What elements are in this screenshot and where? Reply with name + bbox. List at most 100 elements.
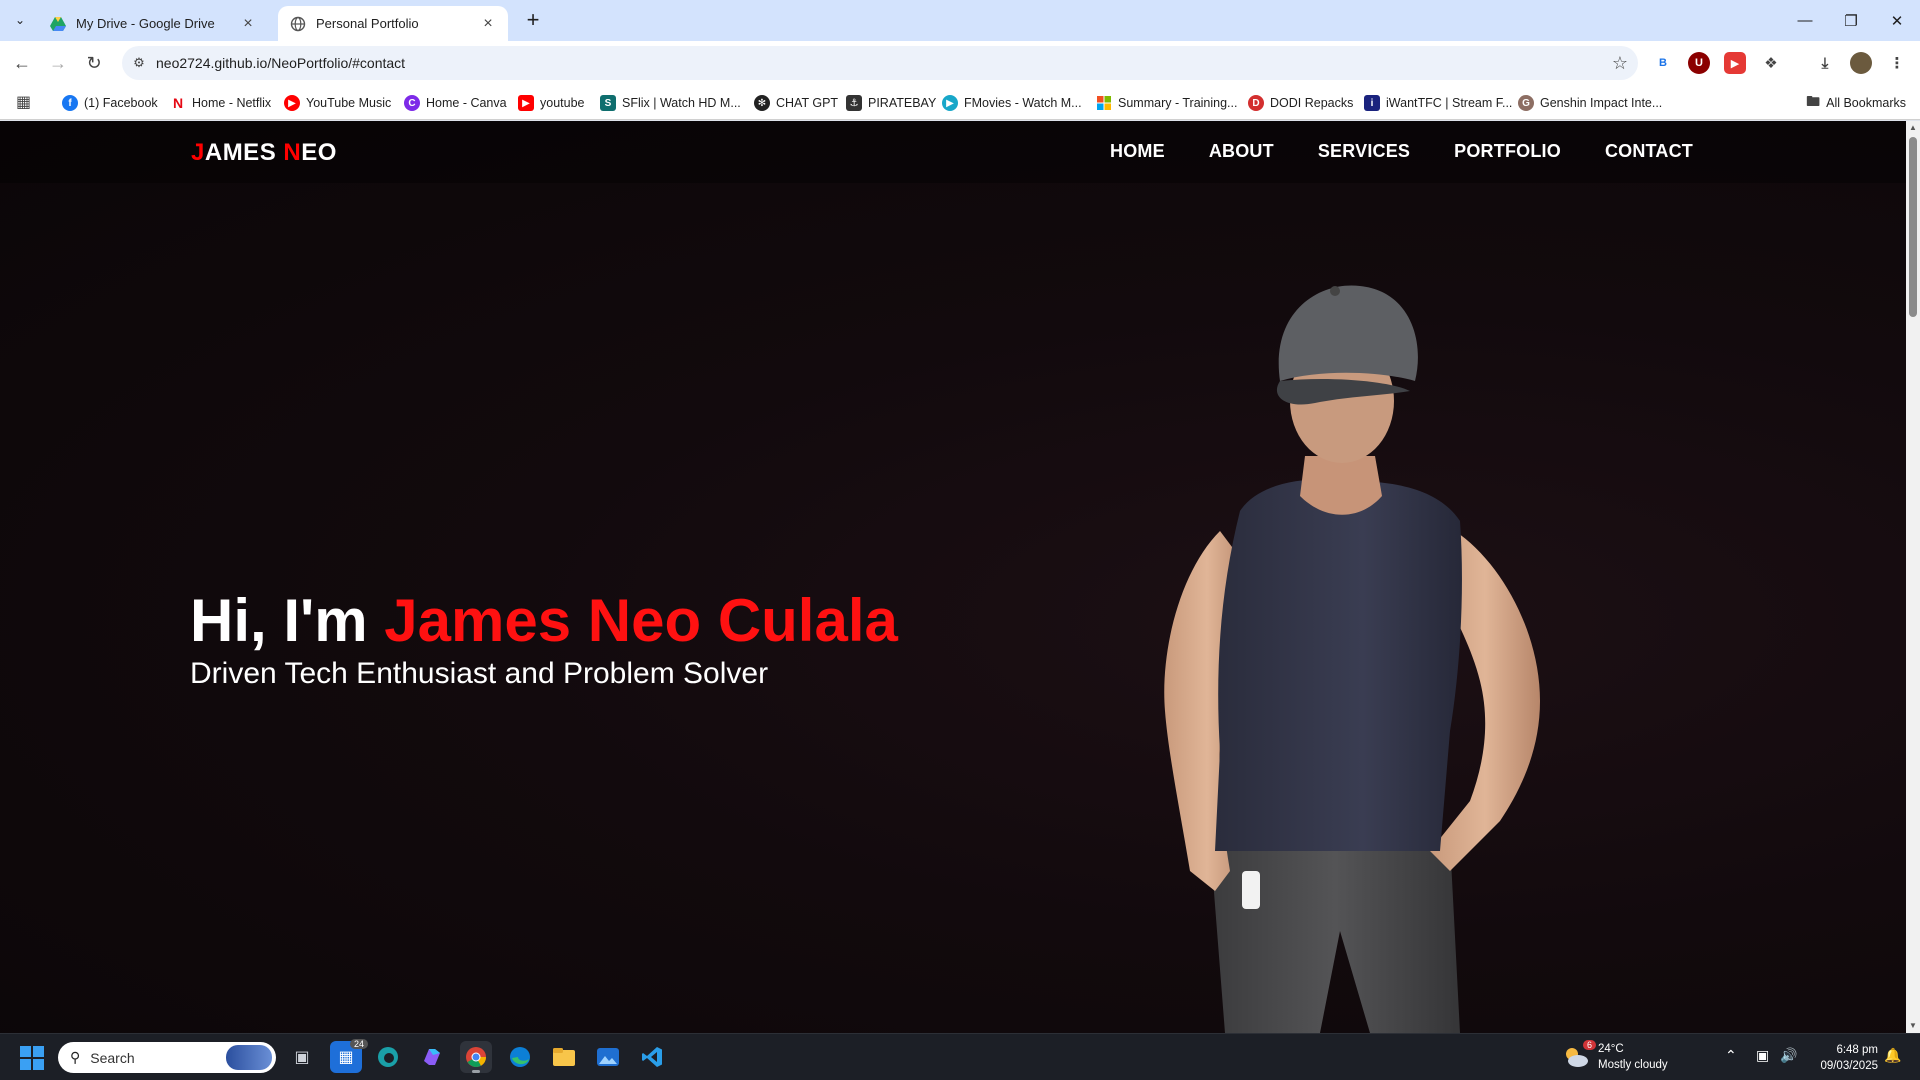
tab-close-icon[interactable]: ×	[240, 15, 256, 33]
windows-taskbar: ⚲ Search ▣ ▦ 24 6 24°C Mostly cloudy ⌃ ▣ …	[0, 1033, 1920, 1080]
restore-icon[interactable]: ❐	[1828, 0, 1874, 41]
hero-greeting: Hi, I'm	[190, 587, 385, 654]
site-nav-links: HOME ABOUT SERVICES PORTFOLIO CONTACT	[1110, 141, 1693, 162]
bookmark-label: PIRATEBAY	[868, 96, 937, 110]
back-icon[interactable]: ←	[8, 49, 36, 77]
iwanttfc-icon: i	[1364, 95, 1380, 111]
bookmark-piratebay[interactable]: ⚓ PIRATEBAY	[846, 91, 936, 115]
widgets-app-icon[interactable]: ▦ 24	[330, 1039, 368, 1073]
bookmark-sflix[interactable]: S SFlix | Watch HD M...	[600, 91, 741, 115]
apps-grid-icon[interactable]: ▦	[16, 94, 34, 112]
photos-app-icon[interactable]	[592, 1041, 624, 1073]
sflix-icon: S	[600, 95, 616, 111]
genshin-icon: G	[1518, 95, 1534, 111]
scroll-up-arrow-icon[interactable]: ▲	[1906, 121, 1920, 135]
temperature: 24°C	[1598, 1043, 1624, 1055]
bookmark-label: iWantTFC | Stream F...	[1386, 96, 1513, 110]
reload-icon[interactable]: ↻	[80, 49, 108, 77]
facebook-icon: f	[62, 95, 78, 111]
page-scrollbar[interactable]: ▲ ▼	[1906, 121, 1920, 1033]
netflix-icon: N	[170, 95, 186, 111]
ublock-icon[interactable]: U	[1688, 52, 1710, 74]
tab-search-chevron-icon[interactable]: ⌄	[8, 8, 32, 32]
tab-close-icon[interactable]: ×	[480, 15, 496, 33]
bookmark-label: youtube	[540, 96, 585, 110]
nav-about[interactable]: ABOUT	[1209, 141, 1274, 162]
bookmark-star-icon[interactable]: ☆	[1602, 53, 1638, 74]
globe-icon	[290, 16, 306, 32]
extension-red-icon[interactable]: ▶	[1724, 52, 1746, 74]
site-logo[interactable]: JAMES NEO	[191, 139, 337, 167]
profile-avatar[interactable]	[1850, 52, 1872, 74]
windows-start-icon[interactable]	[20, 1046, 44, 1070]
new-tab-button[interactable]: +	[520, 8, 546, 34]
forward-icon[interactable]: →	[44, 49, 72, 77]
system-clock[interactable]: 6:48 pm 09/03/2025	[1806, 1042, 1878, 1074]
file-explorer-icon[interactable]	[548, 1041, 580, 1073]
network-icon[interactable]: ▣	[1756, 1047, 1769, 1064]
chrome-icon[interactable]	[460, 1041, 492, 1073]
extension-b-icon[interactable]: B	[1652, 52, 1674, 74]
hero-subtitle: Driven Tech Enthusiast and Problem Solve…	[190, 657, 769, 690]
dodi-icon: D	[1248, 95, 1264, 111]
hero-title: Hi, I'm James Neo Culala	[190, 591, 898, 651]
weather-condition: Mostly cloudy	[1598, 1059, 1668, 1071]
bookmark-facebook[interactable]: f (1) Facebook	[62, 91, 158, 115]
bookmark-label: YouTube Music	[306, 96, 392, 110]
extensions-puzzle-icon[interactable]: ❖	[1760, 52, 1782, 74]
downloads-icon[interactable]: ⤓	[1814, 52, 1836, 74]
copilot-icon[interactable]	[416, 1041, 448, 1073]
bookmarks-bar: ▦ f (1) Facebook N Home - Netflix ▶ YouT…	[0, 85, 1920, 120]
volume-icon[interactable]: 🔊	[1780, 1047, 1797, 1064]
url-text[interactable]: neo2724.github.io/NeoPortfolio/#contact	[156, 55, 1602, 71]
bookmark-youtube[interactable]: ▶ youtube	[518, 91, 584, 115]
bookmark-youtube-music[interactable]: ▶ YouTube Music	[284, 91, 391, 115]
bookmark-genshin[interactable]: G Genshin Impact Inte...	[1518, 91, 1662, 115]
taskbar-search-box[interactable]: ⚲ Search	[58, 1042, 276, 1073]
scroll-down-arrow-icon[interactable]: ▼	[1906, 1019, 1920, 1033]
bookmark-dodi[interactable]: D DODI Repacks	[1248, 91, 1353, 115]
bookmark-label: FMovies - Watch M...	[964, 96, 1082, 110]
show-hidden-icons-chevron-icon[interactable]: ⌃	[1725, 1047, 1737, 1064]
tab-personal-portfolio[interactable]: Personal Portfolio ×	[278, 6, 508, 41]
bookmark-chatgpt[interactable]: ✻ CHAT GPT	[754, 91, 838, 115]
tab-title: Personal Portfolio	[316, 16, 419, 31]
weather-widget[interactable]: 6 24°C Mostly cloudy	[1562, 1040, 1668, 1073]
address-bar[interactable]: ⚙ neo2724.github.io/NeoPortfolio/#contac…	[122, 46, 1638, 80]
all-bookmarks-button[interactable]: 🖿 All Bookmarks	[1806, 91, 1906, 115]
logo-text: EO	[301, 139, 337, 166]
chatgpt-icon: ✻	[754, 95, 770, 111]
notifications-bell-icon[interactable]: 🔔	[1884, 1047, 1901, 1064]
active-indicator	[472, 1070, 480, 1073]
clock-time: 6:48 pm	[1836, 1044, 1878, 1056]
minimize-icon[interactable]: —	[1782, 0, 1828, 41]
youtube-icon: ▶	[518, 95, 534, 111]
hero-section: Hi, I'm James Neo Culala Driven Tech Ent…	[190, 591, 898, 691]
tab-google-drive[interactable]: My Drive - Google Drive ×	[38, 6, 268, 41]
bookmark-label: Home - Canva	[426, 96, 507, 110]
task-view-icon[interactable]: ▣	[286, 1041, 318, 1073]
fmovies-icon: ▶	[942, 95, 958, 111]
nav-services[interactable]: SERVICES	[1318, 141, 1410, 162]
bookmark-fmovies[interactable]: ▶ FMovies - Watch M...	[942, 91, 1082, 115]
edge-icon[interactable]	[504, 1041, 536, 1073]
bookmark-label: Genshin Impact Inte...	[1540, 96, 1663, 110]
bookmark-summary-training[interactable]: Summary - Training...	[1096, 91, 1237, 115]
site-info-icon[interactable]: ⚙	[122, 55, 156, 71]
bookmark-label: CHAT GPT	[776, 96, 839, 110]
nav-portfolio[interactable]: PORTFOLIO	[1454, 141, 1561, 162]
browser-menu-icon[interactable]: ⋮	[1886, 52, 1908, 74]
edge-dev-icon[interactable]	[372, 1041, 404, 1073]
tab-title: My Drive - Google Drive	[76, 16, 215, 31]
microsoft-icon	[1096, 95, 1112, 111]
nav-home[interactable]: HOME	[1110, 141, 1165, 162]
bookmark-netflix[interactable]: N Home - Netflix	[170, 91, 271, 115]
vscode-icon[interactable]	[636, 1041, 668, 1073]
logo-letter-n: N	[283, 139, 302, 166]
scroll-thumb[interactable]	[1909, 137, 1917, 317]
nav-contact[interactable]: CONTACT	[1605, 141, 1693, 162]
bookmark-iwanttfc[interactable]: i iWantTFC | Stream F...	[1364, 91, 1512, 115]
piratebay-icon: ⚓	[846, 95, 862, 111]
bookmark-canva[interactable]: C Home - Canva	[404, 91, 507, 115]
window-close-icon[interactable]: ✕	[1874, 0, 1920, 41]
